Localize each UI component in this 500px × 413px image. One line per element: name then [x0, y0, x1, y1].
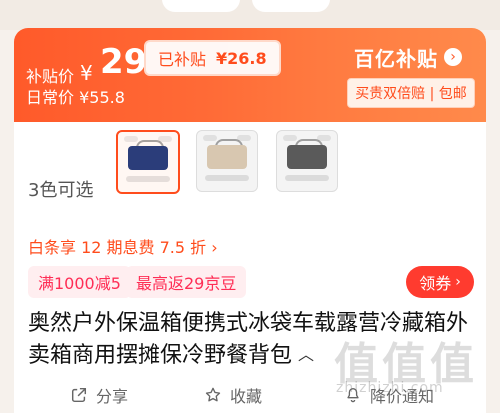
price-banner: 补贴价 ¥ 29 日常价 ¥55.8 已补贴 ¥26.8 百亿补贴 › 买贵双倍…: [14, 28, 486, 122]
guarantee-text: 买贵双倍赔 | 包邮: [355, 86, 467, 102]
chevron-right-icon: ›: [444, 48, 462, 66]
program-name: 百亿补贴: [354, 46, 438, 71]
coupon-chip-1[interactable]: 满1000减5: [28, 266, 131, 298]
color-swatch-2[interactable]: [196, 130, 258, 192]
thumb-tag: [203, 135, 217, 141]
thumb-caption: [126, 176, 170, 182]
favorite-button[interactable]: 收藏: [204, 380, 262, 410]
bag-image: [287, 145, 327, 169]
subsidized-amount: ¥26.8: [216, 48, 267, 68]
chevron-right-icon: ›: [455, 274, 461, 290]
coupon-chip-1-text: 满1000减5: [38, 274, 121, 293]
guarantee-badge[interactable]: 买贵双倍赔 | 包邮: [347, 78, 475, 108]
colors-count: 3色可选: [28, 180, 94, 201]
subsidy-program-logo[interactable]: 百亿补贴 ›: [354, 44, 480, 71]
collect-coupon-button[interactable]: 领券 ›: [406, 266, 474, 298]
color-swatch-3[interactable]: [276, 130, 338, 192]
site-watermark: 值值值 zhizhizhi.com: [334, 318, 494, 408]
installment-offer[interactable]: 白条享 12 期息费 7.5 折 ›: [28, 234, 218, 258]
top-tab-left[interactable]: [162, 0, 240, 12]
subsidized-pill: 已补贴 ¥26.8: [144, 40, 281, 76]
thumb-tag: [283, 135, 297, 141]
coupon-chip-2[interactable]: 最高返29京豆: [126, 266, 247, 298]
favorite-label: 收藏: [230, 387, 263, 406]
thumb-caption: [285, 175, 329, 181]
thumb-tag: [124, 136, 138, 142]
share-label: 分享: [96, 387, 129, 406]
daily-price-line: 日常价 ¥55.8: [26, 84, 125, 108]
top-tab-right[interactable]: [252, 0, 330, 12]
coupon-chip-2-text: 最高返29京豆: [136, 274, 237, 293]
star-icon: [205, 387, 221, 402]
watermark-sub: zhizhizhi.com: [336, 380, 444, 396]
thumb-caption: [205, 175, 249, 181]
top-tab-strip: [0, 0, 500, 30]
share-icon: [71, 387, 87, 403]
color-swatch-1[interactable]: [116, 130, 180, 194]
share-button[interactable]: 分享: [70, 380, 128, 410]
collect-coupon-label: 领券: [419, 274, 452, 293]
daily-price-label: 日常价: [26, 88, 75, 107]
bag-image: [128, 146, 168, 170]
collapse-caret-icon[interactable]: ︿: [298, 339, 314, 371]
bag-image: [207, 145, 247, 169]
watermark-main: 值值值: [334, 339, 478, 390]
daily-price-value: ¥55.8: [79, 88, 125, 107]
subsidy-price: 29: [100, 42, 148, 82]
currency-symbol: ¥: [80, 61, 93, 85]
subsidized-label: 已补贴: [158, 50, 207, 69]
